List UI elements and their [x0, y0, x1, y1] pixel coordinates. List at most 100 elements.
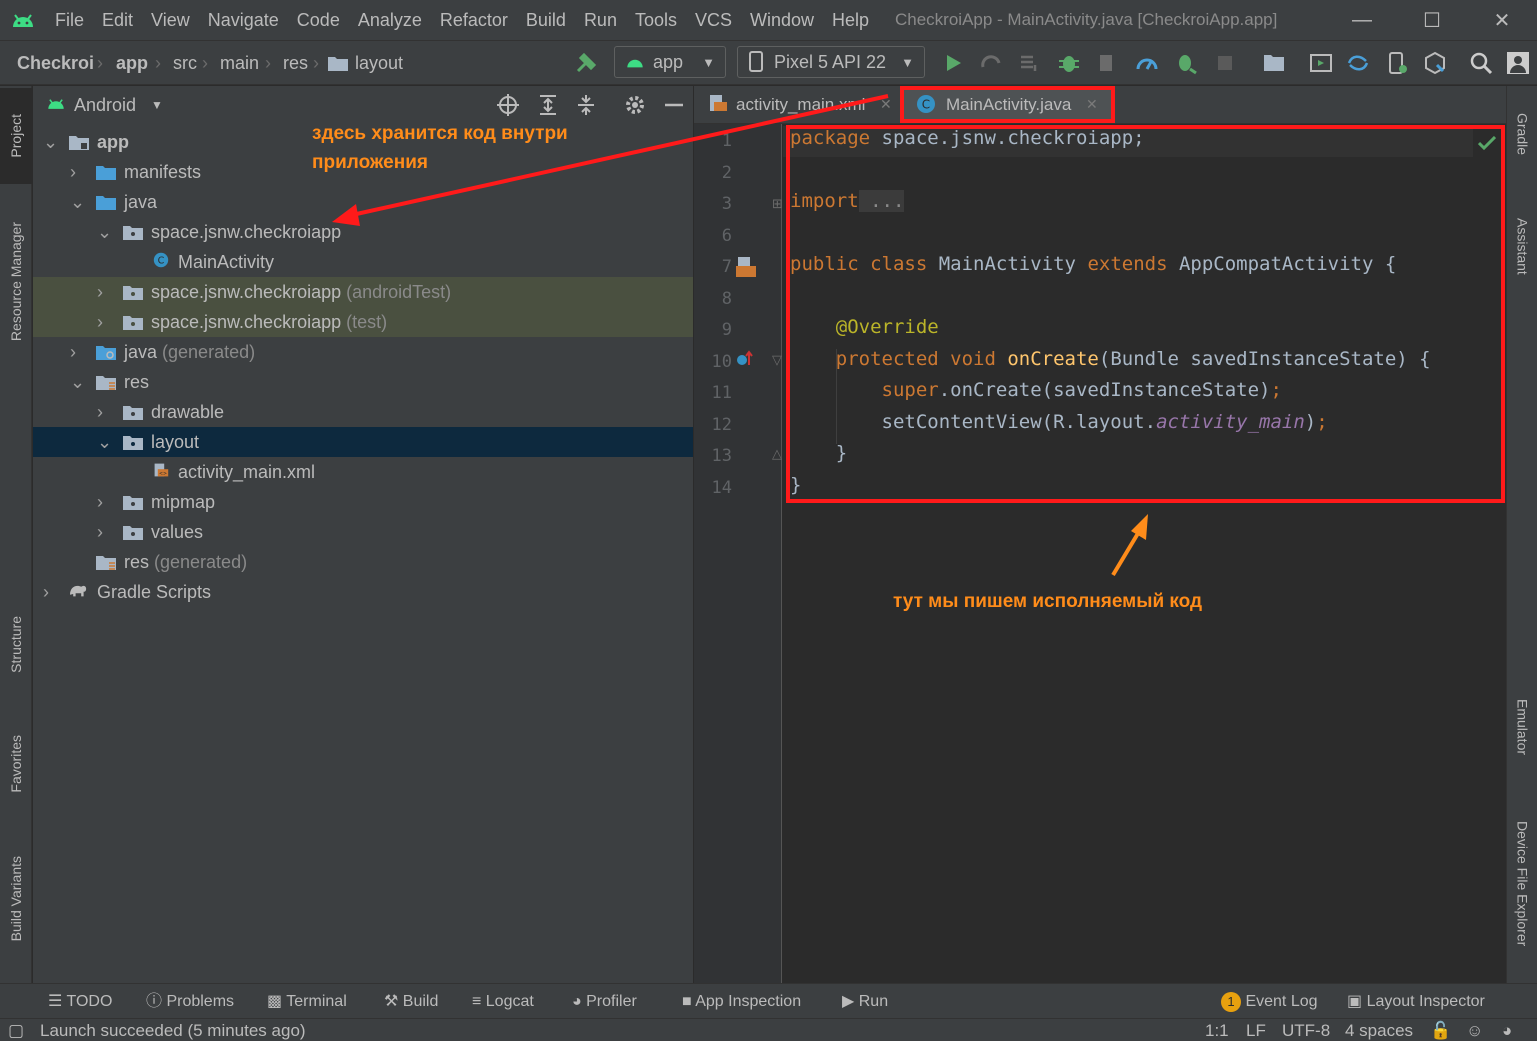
chevron-right-icon[interactable]: › [97, 487, 111, 517]
menu-refactor[interactable]: Refactor [431, 0, 517, 40]
apply-code-changes-icon[interactable] [1018, 51, 1042, 75]
menu-window[interactable]: Window [741, 0, 823, 40]
tool-tab-gradle[interactable]: Gradle [1507, 94, 1537, 174]
fold-icon[interactable]: △ [772, 446, 782, 462]
tree-node-layout[interactable]: ⌄ layout [33, 427, 693, 457]
chevron-right-icon[interactable]: › [97, 277, 111, 307]
breadcrumb-main[interactable]: main [220, 41, 259, 85]
debug-bug-icon[interactable] [1057, 51, 1081, 75]
locate-target-icon[interactable] [496, 93, 520, 117]
device-manager-icon[interactable] [1385, 51, 1409, 75]
breadcrumb-app[interactable]: app [116, 41, 148, 85]
tool-tab-project[interactable]: Project [0, 88, 32, 184]
tool-button-terminal[interactable]: ▩ Terminal [267, 984, 347, 1020]
tool-tab-structure[interactable]: Structure [0, 596, 32, 692]
tree-node-mipmap[interactable]: › mipmap [33, 487, 693, 517]
smiley-feedback-icon[interactable]: ☺ [1466, 1021, 1483, 1041]
tool-tab-device-file-explorer[interactable]: Device File Explorer [1507, 802, 1537, 966]
close-tab-icon[interactable]: ✕ [880, 86, 892, 123]
menu-code[interactable]: Code [288, 0, 349, 40]
search-icon[interactable] [1469, 51, 1493, 75]
chevron-down-icon[interactable]: ⌄ [70, 367, 85, 397]
tree-node-gradle-scripts[interactable]: › Gradle Scripts [33, 577, 693, 607]
chevron-right-icon[interactable]: › [97, 517, 111, 547]
chevron-down-icon[interactable]: ⌄ [97, 427, 112, 457]
menu-file[interactable]: File [46, 0, 93, 40]
memory-indicator-icon[interactable]: ◕ [1502, 1021, 1512, 1041]
tool-button-logcat[interactable]: ≡ Logcat [472, 984, 534, 1020]
tool-tab-assistant[interactable]: Assistant [1507, 196, 1537, 296]
status-message[interactable]: Launch succeeded (5 minutes ago) [40, 1021, 306, 1041]
fold-icon[interactable]: ▽ [772, 352, 782, 368]
related-layout-icon[interactable] [734, 256, 758, 278]
minimize-icon[interactable]: — [1327, 0, 1397, 40]
tree-node-package-android-test[interactable]: › space.jsnw.checkroiapp (androidTest) [33, 277, 693, 307]
tree-node-package-main[interactable]: ⌄ space.jsnw.checkroiapp [33, 217, 693, 247]
tool-button-todo[interactable]: ☰ TODO [48, 984, 112, 1020]
attach-debugger-icon[interactable] [1174, 51, 1198, 75]
expand-all-icon[interactable] [536, 93, 560, 117]
tab-activity-main-xml[interactable]: activity_main.xml ✕ [704, 86, 898, 123]
breadcrumb-src[interactable]: src [173, 41, 197, 85]
collapse-all-icon[interactable] [574, 93, 598, 117]
hide-panel-icon[interactable] [663, 93, 685, 117]
menu-navigate[interactable]: Navigate [199, 0, 288, 40]
tool-button-layout-inspector[interactable]: ▣ Layout Inspector [1347, 984, 1485, 1020]
tool-tab-resource-manager[interactable]: Resource Manager [0, 196, 32, 368]
toggle-tool-windows-icon[interactable]: ▢ [8, 1021, 24, 1041]
tree-node-java[interactable]: ⌄ java [33, 187, 693, 217]
project-view-select[interactable]: Android [74, 86, 136, 124]
menu-edit[interactable]: Edit [93, 0, 142, 40]
tool-tab-emulator[interactable]: Emulator [1507, 682, 1537, 772]
account-avatar-icon[interactable] [1506, 51, 1530, 75]
chevron-down-icon[interactable]: ⌄ [97, 217, 112, 247]
avd-manager-icon[interactable] [1309, 51, 1333, 75]
breadcrumb-res[interactable]: res [283, 41, 308, 85]
tree-node-java-generated[interactable]: › java (generated) [33, 337, 693, 367]
chevron-down-icon[interactable]: ▼ [151, 86, 163, 124]
tool-button-run[interactable]: ▶ Run [842, 984, 888, 1020]
stop-icon[interactable] [1213, 51, 1237, 75]
maximize-icon[interactable]: ☐ [1397, 0, 1467, 40]
file-encoding[interactable]: UTF-8 [1282, 1021, 1330, 1041]
menu-run[interactable]: Run [575, 0, 626, 40]
tool-button-profiler[interactable]: ◕ Profiler [572, 984, 637, 1020]
tree-node-package-test[interactable]: › space.jsnw.checkroiapp (test) [33, 307, 693, 337]
tool-tab-favorites[interactable]: Favorites [0, 714, 32, 814]
chevron-right-icon[interactable]: › [70, 337, 84, 367]
tree-node-mainactivity[interactable]: C MainActivity [33, 247, 693, 277]
breadcrumb-project[interactable]: Checkroi [17, 41, 94, 85]
tool-button-build[interactable]: ⚒ Build [384, 984, 438, 1020]
menu-view[interactable]: View [142, 0, 199, 40]
lock-icon[interactable]: 🔓 [1430, 1021, 1451, 1041]
chevron-right-icon[interactable]: › [70, 157, 84, 187]
project-structure-icon[interactable] [1262, 51, 1286, 75]
menu-tools[interactable]: Tools [626, 0, 686, 40]
menu-vcs[interactable]: VCS [686, 0, 741, 40]
chevron-down-icon[interactable]: ⌄ [70, 187, 85, 217]
fold-icon[interactable]: ⊞ [772, 196, 783, 212]
tool-button-problems[interactable]: ⓘ Problems [146, 984, 234, 1020]
chevron-right-icon[interactable]: › [43, 577, 57, 607]
tool-tab-build-variants[interactable]: Build Variants [0, 836, 32, 962]
device-select[interactable]: Pixel 5 API 22 ▼ [737, 46, 925, 78]
tree-node-drawable[interactable]: › drawable [33, 397, 693, 427]
caret-position[interactable]: 1:1 [1205, 1021, 1229, 1041]
run-configuration-select[interactable]: app ▼ [614, 46, 726, 78]
tree-node-values[interactable]: › values [33, 517, 693, 547]
chevron-down-icon[interactable]: ⌄ [43, 127, 58, 157]
menu-build[interactable]: Build [517, 0, 575, 40]
menu-help[interactable]: Help [823, 0, 878, 40]
chevron-right-icon[interactable]: › [97, 307, 111, 337]
sync-gradle-icon[interactable] [1346, 51, 1370, 75]
tool-button-event-log[interactable]: 1 Event Log [1221, 984, 1318, 1020]
breadcrumb-layout[interactable]: layout [355, 41, 403, 85]
line-separator[interactable]: LF [1246, 1021, 1266, 1041]
override-marker-icon[interactable] [734, 350, 754, 370]
run-icon[interactable] [941, 51, 965, 75]
run-with-coverage-icon[interactable] [1096, 51, 1120, 75]
tree-node-res[interactable]: ⌄ res [33, 367, 693, 397]
tree-node-activity-main-xml[interactable]: <> activity_main.xml [33, 457, 693, 487]
menu-analyze[interactable]: Analyze [349, 0, 431, 40]
make-project-hammer-icon[interactable] [574, 51, 598, 75]
